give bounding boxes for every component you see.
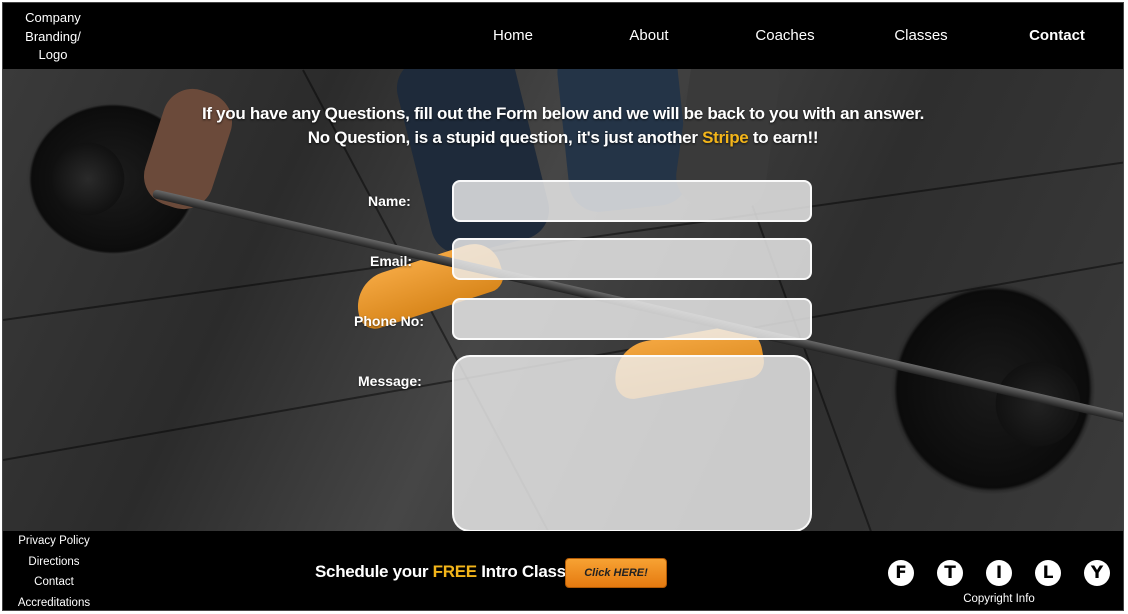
click-here-button[interactable]: Click HERE! xyxy=(565,558,667,588)
schedule-cta-text: Schedule your FREE Intro Class: xyxy=(315,562,571,582)
phone-label: Phone No: xyxy=(354,313,424,329)
name-label: Name: xyxy=(368,193,411,209)
instagram-icon[interactable]: I xyxy=(986,560,1012,586)
cta-text-a: Schedule your xyxy=(315,562,433,581)
footer-link-accreditations[interactable]: Accreditations xyxy=(3,597,105,609)
footer-link-directions[interactable]: Directions xyxy=(3,556,105,568)
name-field[interactable] xyxy=(454,182,810,220)
phone-field-box xyxy=(452,298,812,340)
headline-line-1: If you have any Questions, fill out the … xyxy=(201,104,925,123)
youtube-icon[interactable]: Y xyxy=(1084,560,1110,586)
hero-headline: If you have any Questions, fill out the … xyxy=(3,102,1123,150)
logo-line-1: Company xyxy=(25,10,81,25)
nav-coaches[interactable]: Coaches xyxy=(755,27,814,44)
hero-section: If you have any Questions, fill out the … xyxy=(3,69,1123,531)
headline-line-2-text-b: to earn!! xyxy=(748,128,819,147)
cta-text-b: Intro Class: xyxy=(476,562,572,581)
copyright-info: Copyright Info xyxy=(963,593,1035,605)
headline-line-2: No Question, is a stupid question, it's … xyxy=(3,126,1123,150)
page-frame: Company Branding/ Logo Home About Coache… xyxy=(2,2,1124,611)
cta-free-accent: FREE xyxy=(432,562,477,581)
facebook-icon[interactable]: F xyxy=(888,560,914,586)
twitter-icon[interactable]: T xyxy=(937,560,963,586)
message-field[interactable] xyxy=(454,357,810,530)
nav-home[interactable]: Home xyxy=(493,27,533,44)
footer-link-privacy-policy[interactable]: Privacy Policy xyxy=(3,535,105,547)
logo-line-2: Branding/ xyxy=(25,28,81,44)
company-logo[interactable]: Company Branding/ Logo xyxy=(9,9,97,65)
email-field[interactable] xyxy=(454,240,810,278)
linkedin-icon[interactable]: L xyxy=(1035,560,1061,586)
message-field-box xyxy=(452,355,812,531)
phone-field[interactable] xyxy=(454,300,810,338)
nav-about[interactable]: About xyxy=(629,27,668,44)
logo-line-3: Logo xyxy=(38,47,68,62)
name-field-box xyxy=(452,180,812,222)
nav-contact[interactable]: Contact xyxy=(1029,27,1085,44)
headline-line-2-text-a: No Question, is a stupid question, it's … xyxy=(307,128,703,147)
email-label: Email: xyxy=(370,253,413,269)
site-footer: Privacy Policy Directions Contact Accred… xyxy=(3,531,1123,610)
site-header: Company Branding/ Logo Home About Coache… xyxy=(3,3,1123,69)
nav-classes[interactable]: Classes xyxy=(894,27,947,44)
message-label: Message: xyxy=(358,373,422,389)
footer-link-contact[interactable]: Contact xyxy=(3,576,105,588)
email-field-box xyxy=(452,238,812,280)
headline-accent-stripe: Stripe xyxy=(702,128,749,147)
